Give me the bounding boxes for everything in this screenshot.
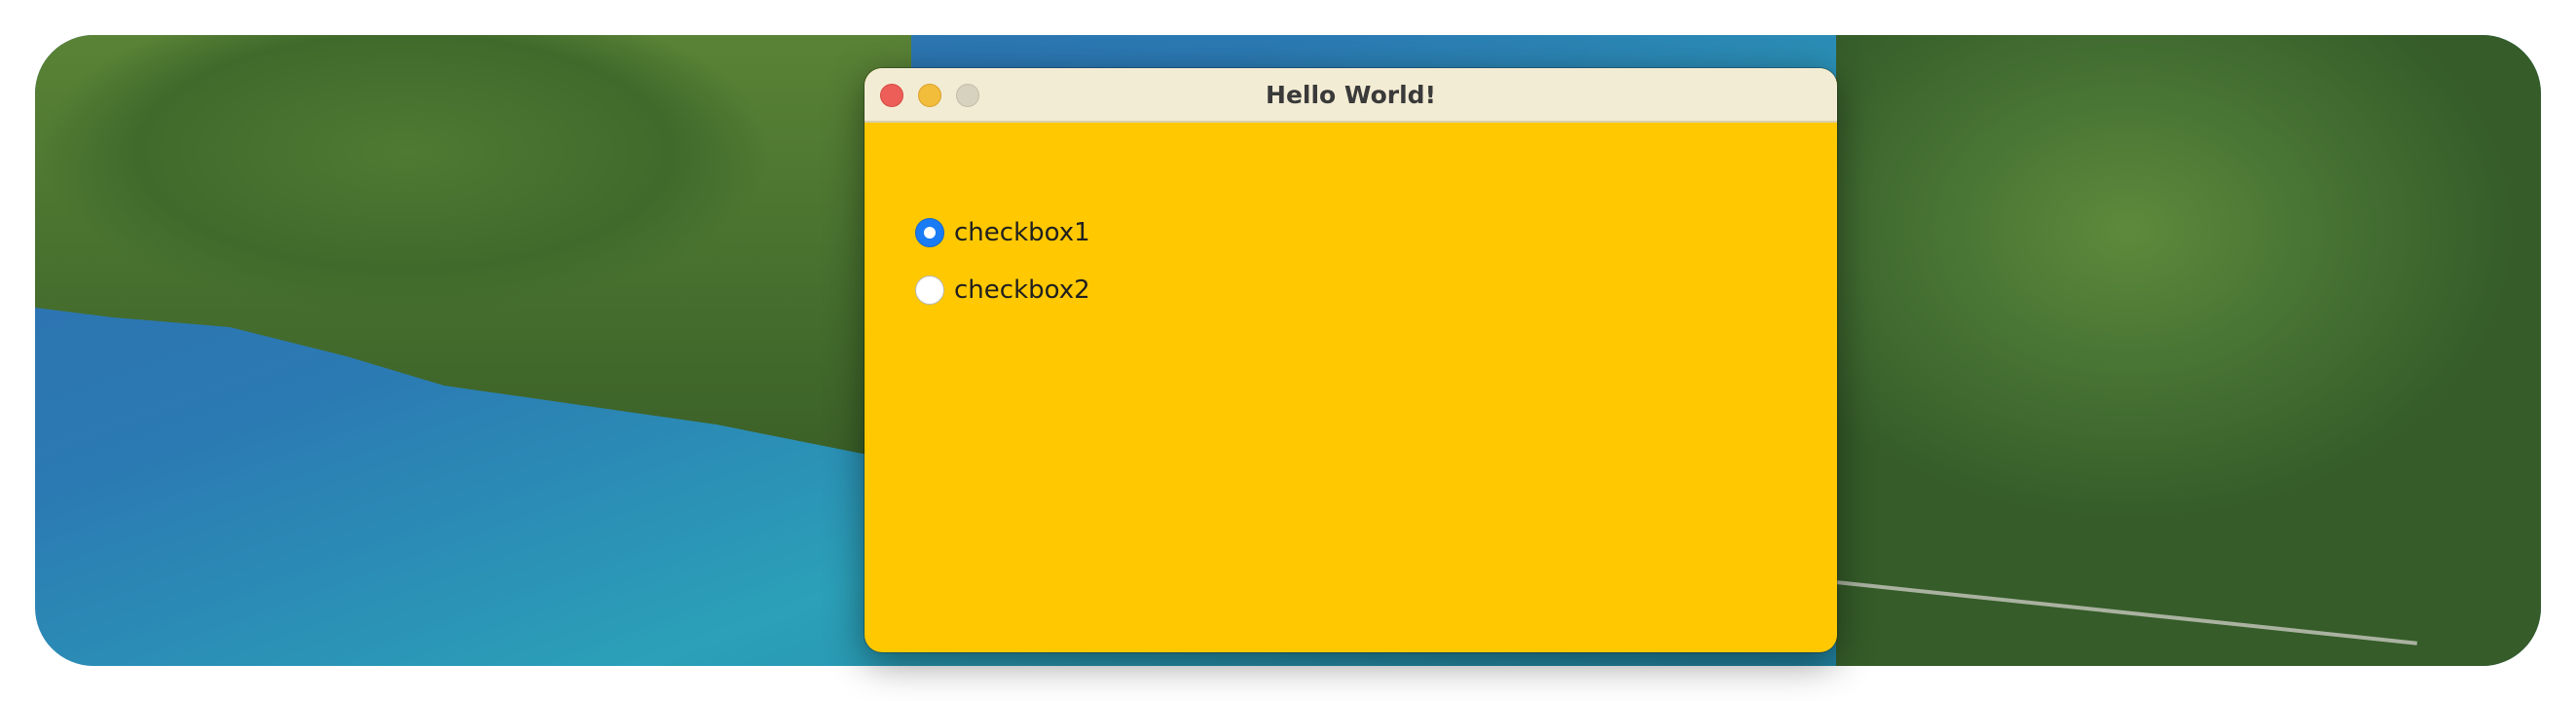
window-content: checkbox1 checkbox2 [865, 123, 1837, 652]
wallpaper-hills-left [35, 35, 911, 463]
radio-option-checkbox2[interactable]: checkbox2 [915, 276, 1090, 305]
radio-option-label: checkbox2 [954, 276, 1090, 305]
title-bar[interactable]: Hello World! [865, 68, 1837, 123]
radio-option-checkbox1[interactable]: checkbox1 [915, 218, 1090, 247]
zoom-button[interactable] [956, 84, 979, 107]
window-title: Hello World! [1266, 80, 1436, 109]
radio-button-selected[interactable] [915, 218, 944, 247]
wallpaper-hills-right [1836, 35, 2541, 666]
window-controls [880, 84, 979, 107]
radio-option-label: checkbox1 [954, 218, 1090, 247]
close-button[interactable] [880, 84, 903, 107]
minimize-button[interactable] [918, 84, 941, 107]
radio-button-unselected[interactable] [915, 276, 944, 305]
app-window: Hello World! checkbox1 checkbox2 [865, 68, 1837, 652]
